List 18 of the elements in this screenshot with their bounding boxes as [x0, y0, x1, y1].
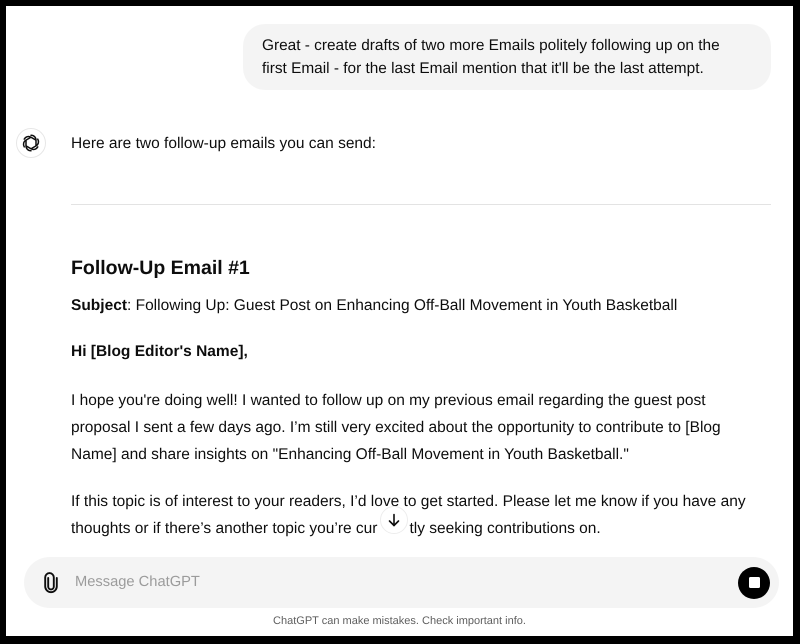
assistant-avatar-icon: [16, 128, 46, 158]
email-subject-line: Subject: Following Up: Guest Post on Enhancing Off-Ball Movement in Youth Basketball: [71, 296, 678, 316]
email-paragraph-text: I hope you're doing well! I wanted to follow up on my previous email regarding the guest post proposal I sent a few days ago. I’m still very excited about the opportunity to contribute to [Blog Name] and share insights on "Enhancing Off-Ball Movement in Youth Basketball.": [71, 391, 722, 465]
user-message-text: Great - create drafts of two more Emails politely following up on the first Email - for the last Email mention that it'll be the last attempt.: [262, 37, 720, 77]
paperclip-icon: [44, 572, 58, 594]
email-paragraph-text: tly seeking contributions on.: [409, 519, 601, 539]
message-composer[interactable]: Message ChatGPT: [24, 557, 779, 608]
email-paragraph-text: thoughts or if there’s another topic you’re cur: [71, 519, 378, 539]
scroll-down-button[interactable]: [380, 506, 408, 534]
stop-icon: [748, 577, 760, 588]
attach-button[interactable]: [44, 572, 58, 594]
email-heading: Follow-Up Email #1: [71, 256, 251, 281]
message-input[interactable]: Message ChatGPT: [75, 571, 721, 594]
stop-button[interactable]: [738, 566, 770, 598]
response-intro-text: Here are two follow-up emails you can send:: [71, 134, 377, 154]
email-greeting: Hi [Blog Editor's Name],: [71, 342, 249, 362]
disclaimer-text: ChatGPT can make mistakes. Check important info.: [273, 614, 526, 629]
email-paragraph-text: If this topic is of interest to your readers, I’d love to get started. Please let me know if you have any: [71, 492, 746, 512]
